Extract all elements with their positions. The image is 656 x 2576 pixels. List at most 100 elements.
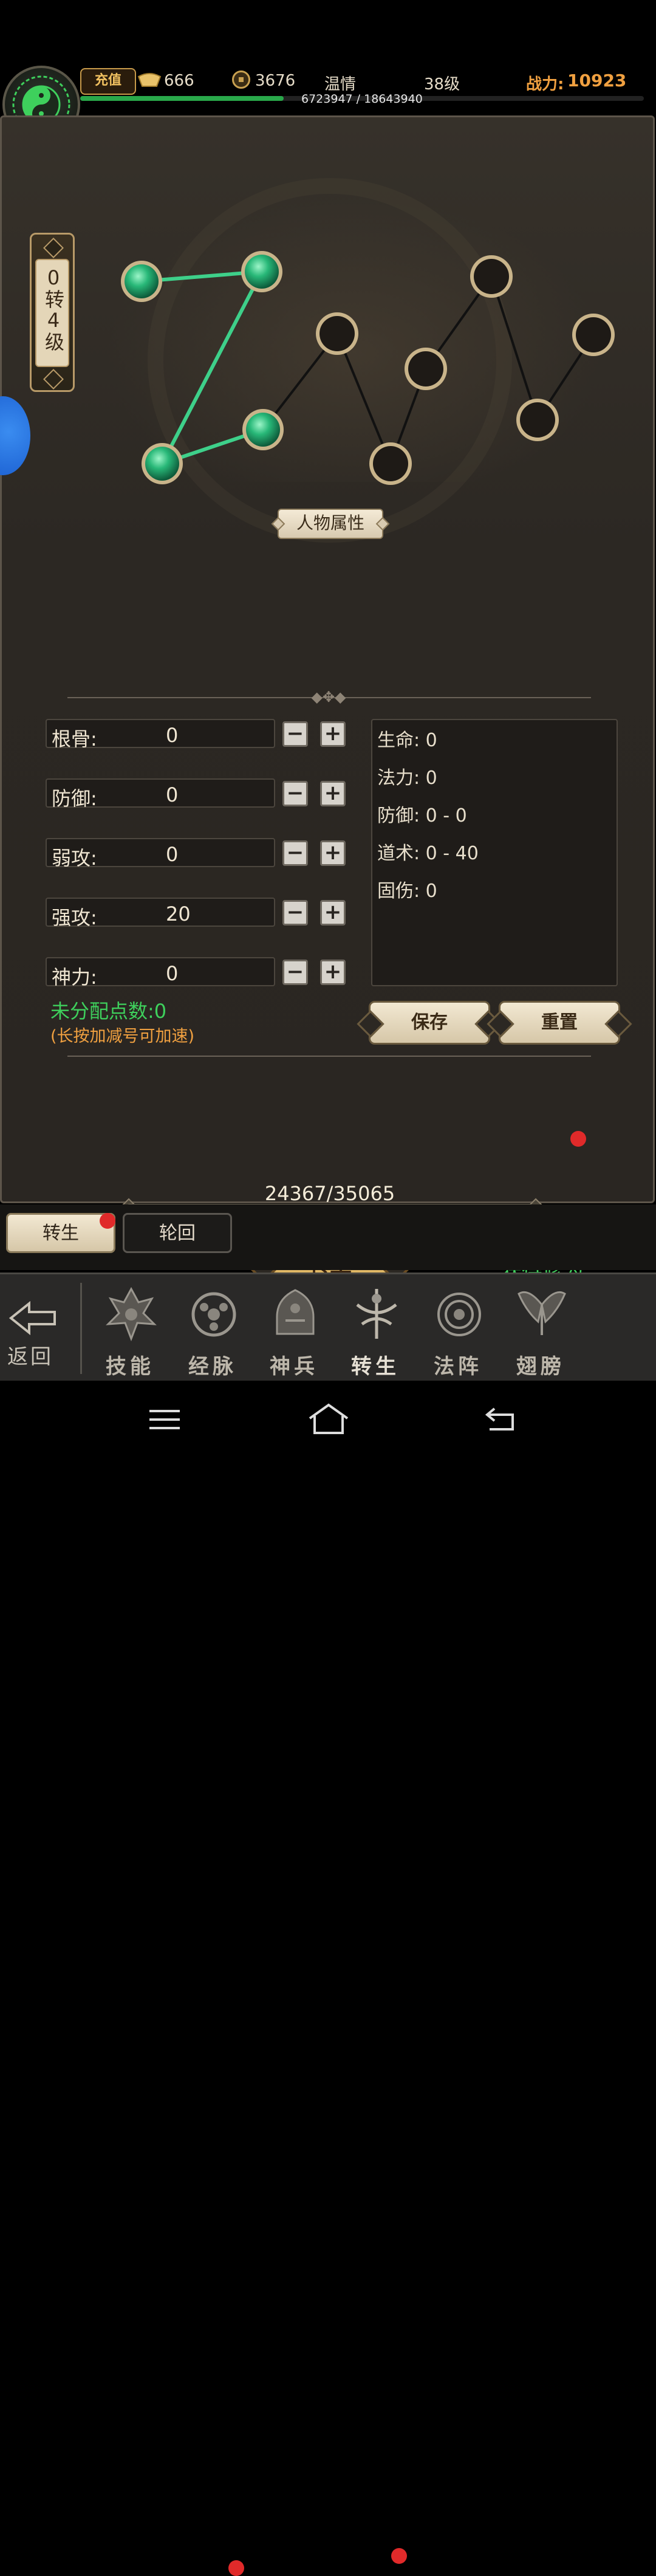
node-empty-2[interactable] xyxy=(369,442,412,485)
skill-icon xyxy=(106,1286,157,1341)
stat-label: 神力: xyxy=(52,966,97,989)
stat-row-strong-attack: 强攻: 20 − + xyxy=(46,898,349,929)
node-empty-6[interactable] xyxy=(572,314,615,356)
combat-power-value: 10923 xyxy=(567,70,627,91)
nav-label: 转生 xyxy=(351,1355,400,1379)
ingot-count: 666 xyxy=(164,72,194,90)
stat-value: 0 xyxy=(166,962,179,985)
decrease-button[interactable]: − xyxy=(282,781,308,806)
node-empty-5[interactable] xyxy=(516,399,559,441)
decrease-button[interactable]: − xyxy=(282,960,308,985)
gold-ingot-icon xyxy=(137,73,162,87)
nav-label: 神兵 xyxy=(270,1355,318,1379)
unassigned-points: 未分配点数:0 xyxy=(50,1000,167,1023)
recharge-button[interactable]: 充值 xyxy=(80,68,136,95)
nav-formation[interactable]: 法阵 xyxy=(422,1286,494,1379)
formation-icon xyxy=(437,1293,481,1336)
node-empty-4[interactable] xyxy=(470,255,513,298)
stat-row-defense: 防御: 0 − + xyxy=(46,778,349,810)
save-button[interactable]: 保存 xyxy=(369,1001,490,1045)
coin-count: 3676 xyxy=(255,72,296,90)
stat-field: 神力: 0 xyxy=(46,957,275,989)
notification-dot xyxy=(100,1213,115,1229)
stat-field: 根骨: 0 xyxy=(46,719,275,750)
node-empty-1[interactable] xyxy=(316,312,358,355)
nav-label: 法阵 xyxy=(434,1355,482,1379)
stat-label: 根骨: xyxy=(52,727,97,750)
exp-text: 6723947 / 18643940 xyxy=(301,92,423,106)
exp-bar-fill xyxy=(80,96,284,101)
attr-hp: 生命: 0 xyxy=(377,730,437,751)
node-lit-1[interactable] xyxy=(121,261,162,302)
increase-button[interactable]: + xyxy=(320,721,346,747)
increase-button[interactable]: + xyxy=(320,900,346,926)
node-lit-2[interactable] xyxy=(241,251,282,292)
back-arrow-icon xyxy=(9,1300,56,1336)
menu-icon[interactable] xyxy=(148,1407,181,1432)
attr-fixed-damage: 固伤: 0 xyxy=(377,881,437,902)
player-name: 温情 xyxy=(324,75,357,94)
meridian-icon xyxy=(191,1292,236,1337)
nav-label: 翅膀 xyxy=(516,1355,565,1379)
stat-row-weak-attack: 弱攻: 0 − + xyxy=(46,838,349,870)
nav-rebirth[interactable]: 转生 xyxy=(339,1286,412,1379)
decrease-button[interactable]: − xyxy=(282,840,308,866)
stat-label: 防御: xyxy=(52,787,97,810)
node-empty-3[interactable] xyxy=(405,348,447,390)
player-level: 38级 xyxy=(424,75,460,94)
hold-hint: (长按加减号可加速) xyxy=(50,1027,195,1046)
sub-tab-bar: 转生 轮回 xyxy=(0,1204,656,1270)
nav-label: 经脉 xyxy=(188,1355,237,1379)
attr-taoism: 道术: 0 - 40 xyxy=(377,843,479,864)
back-system-icon[interactable] xyxy=(483,1405,516,1432)
node-lit-3[interactable] xyxy=(242,409,284,450)
back-button[interactable]: 返回 xyxy=(0,1274,74,1382)
stat-value: 0 xyxy=(166,724,179,747)
reset-button[interactable]: 重置 xyxy=(499,1001,620,1045)
back-label: 返回 xyxy=(7,1345,53,1369)
combat-power-label: 战力: xyxy=(526,75,564,94)
stat-field: 防御: 0 xyxy=(46,778,275,810)
rebirth-panel: 0转4级 人物属性 ◆✥◆ 根骨: 0 − + 防御: 0 − + 弱攻: 0 … xyxy=(0,115,655,1290)
attribute-summary-box: 生命: 0 法力: 0 防御: 0 - 0 道术: 0 - 40 固伤: 0 xyxy=(371,719,618,986)
divider-ornament-icon: ◆✥◆ xyxy=(311,689,346,706)
increase-button[interactable]: + xyxy=(320,840,346,866)
stat-value: 0 xyxy=(166,783,179,806)
nav-label: 技能 xyxy=(106,1355,154,1379)
stat-row-divine-power: 神力: 0 − + xyxy=(46,957,349,989)
nav-skill[interactable]: 技能 xyxy=(94,1286,166,1379)
notification-dot xyxy=(391,2548,407,2564)
wings-icon xyxy=(518,1291,566,1335)
subtab-rebirth[interactable]: 转生 xyxy=(6,1213,115,1253)
rebirth-icon xyxy=(356,1289,397,1339)
home-icon[interactable] xyxy=(307,1403,350,1435)
decrease-button[interactable]: − xyxy=(282,900,308,926)
increase-button[interactable]: + xyxy=(320,960,346,985)
bottom-nav: 返回 技能 经脉 神兵 转生 法阵 翅膀 xyxy=(0,1273,656,2576)
nav-wings[interactable]: 翅膀 xyxy=(504,1286,577,1379)
decrease-button[interactable]: − xyxy=(282,721,308,747)
stat-field: 弱攻: 0 xyxy=(46,838,275,870)
coin-icon xyxy=(232,70,250,89)
notification-dot xyxy=(570,1131,586,1147)
nav-weapon[interactable]: 神兵 xyxy=(258,1286,330,1379)
top-hud: 充值 666 3676 温情 38级 战力: 10923 6723947 / 1… xyxy=(0,64,656,113)
stat-label: 强攻: xyxy=(52,906,97,929)
character-attributes-button[interactable]: 人物属性 xyxy=(278,509,383,539)
rebirth-node-graph xyxy=(121,251,615,485)
increase-button[interactable]: + xyxy=(320,781,346,806)
attr-defense: 防御: 0 - 0 xyxy=(377,805,467,826)
stat-row-bone: 根骨: 0 − + xyxy=(46,719,349,750)
node-lit-4[interactable] xyxy=(142,443,183,484)
stat-field: 强攻: 20 xyxy=(46,898,275,929)
stat-value: 20 xyxy=(166,902,191,926)
nav-meridian[interactable]: 经脉 xyxy=(176,1286,249,1379)
weapon-icon xyxy=(276,1289,315,1335)
subtab-samsara[interactable]: 轮回 xyxy=(123,1213,232,1253)
system-nav-bar xyxy=(0,1381,656,1458)
stat-value: 0 xyxy=(166,843,179,866)
notification-dot xyxy=(228,2560,244,2576)
section-divider xyxy=(67,1056,591,1057)
nav-divider xyxy=(80,1283,82,1374)
cultivation-progress-text: 24367/35065 xyxy=(264,1182,395,1205)
